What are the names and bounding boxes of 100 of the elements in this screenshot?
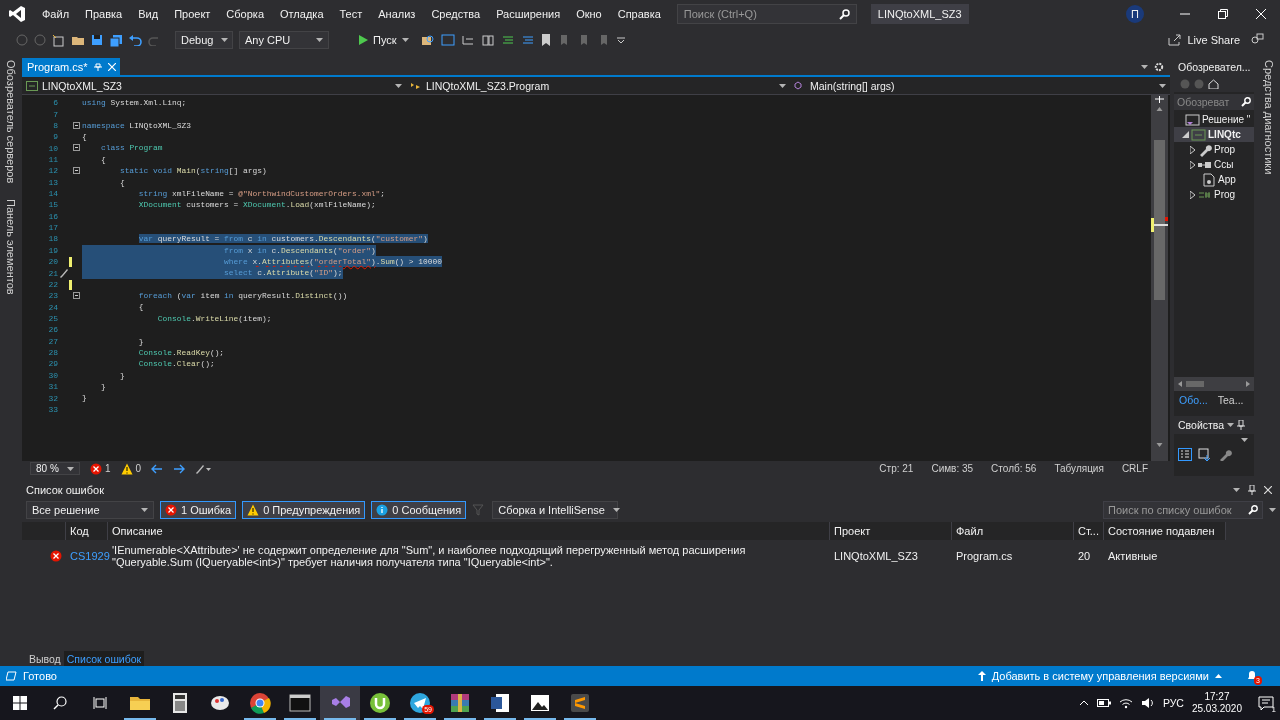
menu-item[interactable]: Правка [77,5,131,23]
chevron-up-icon[interactable] [1078,700,1089,706]
warning-count[interactable]: 0 [120,462,142,475]
comment-lines-icon[interactable] [500,34,515,46]
feedback-icon[interactable] [1250,33,1264,47]
menu-item[interactable]: Анализ [370,5,424,23]
side-tab[interactable]: Обозреватель серверов [5,58,17,186]
column-header[interactable]: Файл [952,522,1074,540]
collapsed-arrow-icon[interactable] [1190,160,1195,169]
home-icon[interactable] [1208,79,1219,89]
search-field[interactable]: Обозреват [1174,94,1254,110]
menu-item[interactable]: Проект [166,5,219,23]
close-icon[interactable] [1264,486,1272,494]
caret-icon[interactable] [1233,488,1240,492]
tree-item[interactable]: Решение " [1174,112,1254,127]
brush-icon[interactable] [59,268,69,279]
tree-item[interactable]: LINQtc [1174,127,1254,142]
collapse-icon[interactable] [73,121,80,129]
menu-item[interactable]: Отладка [272,5,332,23]
scroll-thumb[interactable] [1186,381,1204,387]
column-header[interactable]: Код [66,522,108,540]
search-field[interactable]: Поиск по списку ошибок [1103,501,1263,519]
zoom-dropdown[interactable]: 80 % [30,462,80,475]
type-dropdown[interactable]: LINQtoXML_SZ3.Program [406,77,790,94]
project-dropdown[interactable]: LINQtoXML_SZ3 [22,77,406,94]
collapsed-arrow-icon[interactable] [1190,145,1195,154]
new-project-icon[interactable] [52,33,65,47]
horizontal-scrollbar[interactable] [1174,377,1254,391]
collapse-icon[interactable] [73,167,80,175]
source-control-button[interactable]: Добавить в систему управления версиями [977,670,1222,682]
back-arrow-icon[interactable] [151,463,164,474]
bookmark-icon[interactable] [540,34,551,46]
side-tab[interactable]: Панель элементов [5,197,17,297]
restore-icon[interactable] [1218,9,1228,19]
menu-item[interactable]: Расширения [488,5,569,23]
tree-item[interactable]: Prog [1174,187,1254,202]
source-dropdown[interactable]: Сборка и IntelliSense [492,501,619,519]
wifi-icon[interactable] [1118,697,1133,709]
caret-icon[interactable] [1269,508,1276,512]
caret-icon[interactable] [1227,423,1235,427]
battery-icon[interactable] [1096,698,1111,708]
clock[interactable]: 17:27 25.03.2020 [1191,691,1242,715]
error-count[interactable]: 1 [90,462,111,475]
menu-item[interactable]: Файл [34,5,78,23]
caret-icon[interactable] [1141,64,1148,69]
filter-toggle[interactable]: 0 Сообщения [371,501,467,519]
scope-dropdown[interactable]: Все решение [26,501,154,519]
menu-item[interactable]: Справка [609,5,669,23]
tree-item[interactable]: Prop [1174,142,1254,157]
save-all-icon[interactable] [109,33,123,47]
settings-icon[interactable] [1154,61,1164,72]
collapsed-arrow-icon[interactable] [1190,190,1195,199]
tree-item[interactable]: Ссы [1174,157,1254,172]
configuration-dropdown[interactable]: Debug [175,31,233,49]
layout-icon[interactable] [480,34,495,46]
filter-toggle[interactable]: 1 Ошибка [160,501,237,519]
menu-item[interactable]: Сборка [218,5,272,23]
menu-item[interactable]: Вид [130,5,167,23]
search-field[interactable]: Поиск (Ctrl+Q) [676,4,857,24]
action-center-button[interactable]: 1 [1258,696,1274,710]
property-pages-icon[interactable] [1198,448,1212,461]
caret-icon[interactable] [1241,438,1248,442]
live-share-button[interactable]: Live Share [1164,32,1244,48]
column-header[interactable]: Ст... [1074,522,1104,540]
panel-tab[interactable]: Tea... [1212,391,1249,408]
categorized-icon[interactable] [1178,448,1192,461]
panel-tab[interactable]: Вывод [26,651,64,666]
undo-icon[interactable] [129,34,142,46]
wrench-icon[interactable] [1218,448,1232,461]
save-icon[interactable] [91,34,103,46]
start-button[interactable]: Пуск [353,32,415,48]
brush-icon[interactable] [195,463,212,474]
member-dropdown[interactable]: Main(string[] args) [790,77,1170,94]
column-header[interactable]: Состояние подавлен [1104,522,1226,540]
overflow-icon[interactable] [616,36,625,44]
find-icon[interactable] [420,33,435,47]
filter-toggle[interactable]: 0 Предупреждения [242,501,366,519]
pin-icon[interactable] [1248,485,1256,495]
volume-icon[interactable] [1140,697,1155,709]
menu-item[interactable]: Окно [568,5,610,23]
pin-icon[interactable] [1236,420,1245,430]
line-number: 8 [52,119,58,131]
collapse-icon[interactable] [73,292,80,300]
side-tab[interactable]: Средства диагностики [1263,58,1275,476]
menu-item[interactable]: Средства [423,5,489,23]
browser-window-icon[interactable] [440,34,455,46]
platform-dropdown[interactable]: Any CPU [239,31,329,49]
collapse-icon[interactable] [73,144,80,152]
column-header[interactable]: Описание [108,522,830,540]
open-folder-icon[interactable] [71,34,85,46]
panel-tab[interactable]: Список ошибок [63,651,145,666]
column-header[interactable]: Проект [830,522,952,540]
menu-item[interactable]: Тест [331,5,371,23]
circle-logo-icon [249,692,271,714]
forward-arrow-icon[interactable] [173,463,186,474]
language-indicator[interactable]: РУС [1162,697,1184,709]
tree-item[interactable]: App [1174,172,1254,187]
error-code-link[interactable]: CS1929 [70,550,110,562]
expanded-arrow-icon[interactable] [1182,131,1189,138]
account-avatar[interactable]: П [1126,5,1144,23]
